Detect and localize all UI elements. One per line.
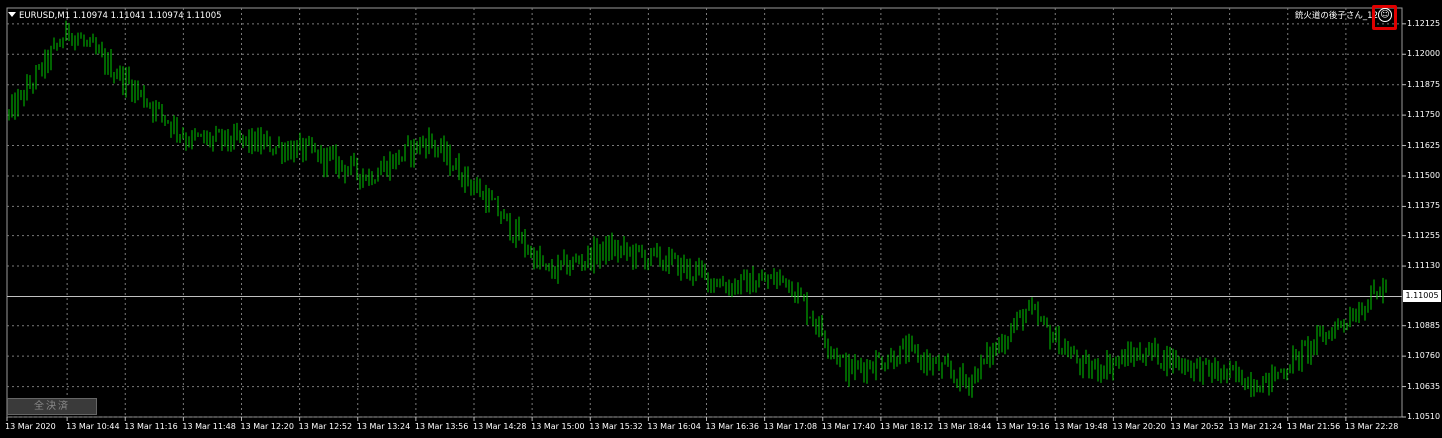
price-label: 1.11750 [1407, 110, 1441, 120]
price-bars [8, 20, 1387, 398]
price-label: 1.10635 [1407, 381, 1441, 391]
time-label: 13 Mar 13:24 [356, 422, 411, 431]
time-label: 13 Mar 20:20 [1112, 422, 1166, 431]
time-label: 13 Mar 21:24 [1228, 422, 1283, 431]
time-label: 13 Mar 14:28 [473, 422, 527, 431]
dropdown-triangle-icon[interactable] [8, 12, 16, 17]
time-label: 13 Mar 12:52 [298, 422, 353, 431]
time-label: 13 Mar 17:08 [763, 422, 818, 431]
expert-advisor-label: 銃火道の後子さん_12 [1294, 11, 1378, 21]
price-label: 1.10760 [1407, 351, 1441, 361]
time-label: 13 Mar 18:44 [938, 422, 992, 431]
time-label: 13 Mar 19:16 [996, 422, 1050, 431]
time-label: 13 Mar 13:56 [414, 422, 469, 431]
time-label: 13 Mar 15:32 [589, 422, 643, 431]
time-label: 13 Mar 15:00 [531, 422, 585, 431]
price-label: 1.12125 [1407, 18, 1441, 28]
price-label: 1.12000 [1407, 49, 1441, 59]
time-label: 13 Mar 16:04 [647, 422, 701, 431]
symbol-info: EURUSD,M1 1.10974 1.11041 1.10974 1.1100… [8, 11, 222, 21]
price-label: 1.11255 [1407, 230, 1441, 240]
symbol-info-text: EURUSD,M1 1.10974 1.11041 1.10974 1.1100… [19, 11, 222, 21]
price-label: 1.11500 [1407, 170, 1441, 180]
chart-window[interactable]: EURUSD,M1 1.10974 1.11041 1.10974 1.1100… [0, 0, 1442, 438]
time-label: 13 Mar 22:28 [1344, 422, 1399, 431]
time-label: 13 Mar 18:12 [879, 422, 934, 431]
time-label: 13 Mar 17:40 [821, 422, 876, 431]
time-label: 13 Mar 11:48 [182, 422, 236, 431]
price-label: 1.10885 [1407, 320, 1441, 330]
time-label: 13 Mar 20:52 [1170, 422, 1224, 431]
price-chart[interactable] [0, 0, 1442, 438]
price-label: 1.10510 [1407, 412, 1441, 421]
time-label: 13 Mar 19:48 [1054, 422, 1108, 431]
time-label: 13 Mar 10:44 [66, 422, 120, 431]
time-label: 13 Mar 2020 [5, 422, 56, 431]
price-label: 1.11875 [1407, 79, 1441, 89]
current-price-label: 1.11005 [1403, 290, 1441, 303]
price-label: 1.11130 [1407, 261, 1441, 271]
time-label: 13 Mar 21:56 [1286, 422, 1341, 431]
time-label: 13 Mar 12:20 [240, 422, 294, 431]
close-all-button[interactable]: 全決済 [7, 398, 97, 415]
time-label: 13 Mar 11:16 [124, 422, 178, 431]
price-label: 1.11375 [1407, 201, 1441, 211]
highlight-box [1372, 5, 1397, 30]
price-label: 1.11625 [1407, 140, 1441, 150]
time-label: 13 Mar 16:36 [705, 422, 759, 431]
